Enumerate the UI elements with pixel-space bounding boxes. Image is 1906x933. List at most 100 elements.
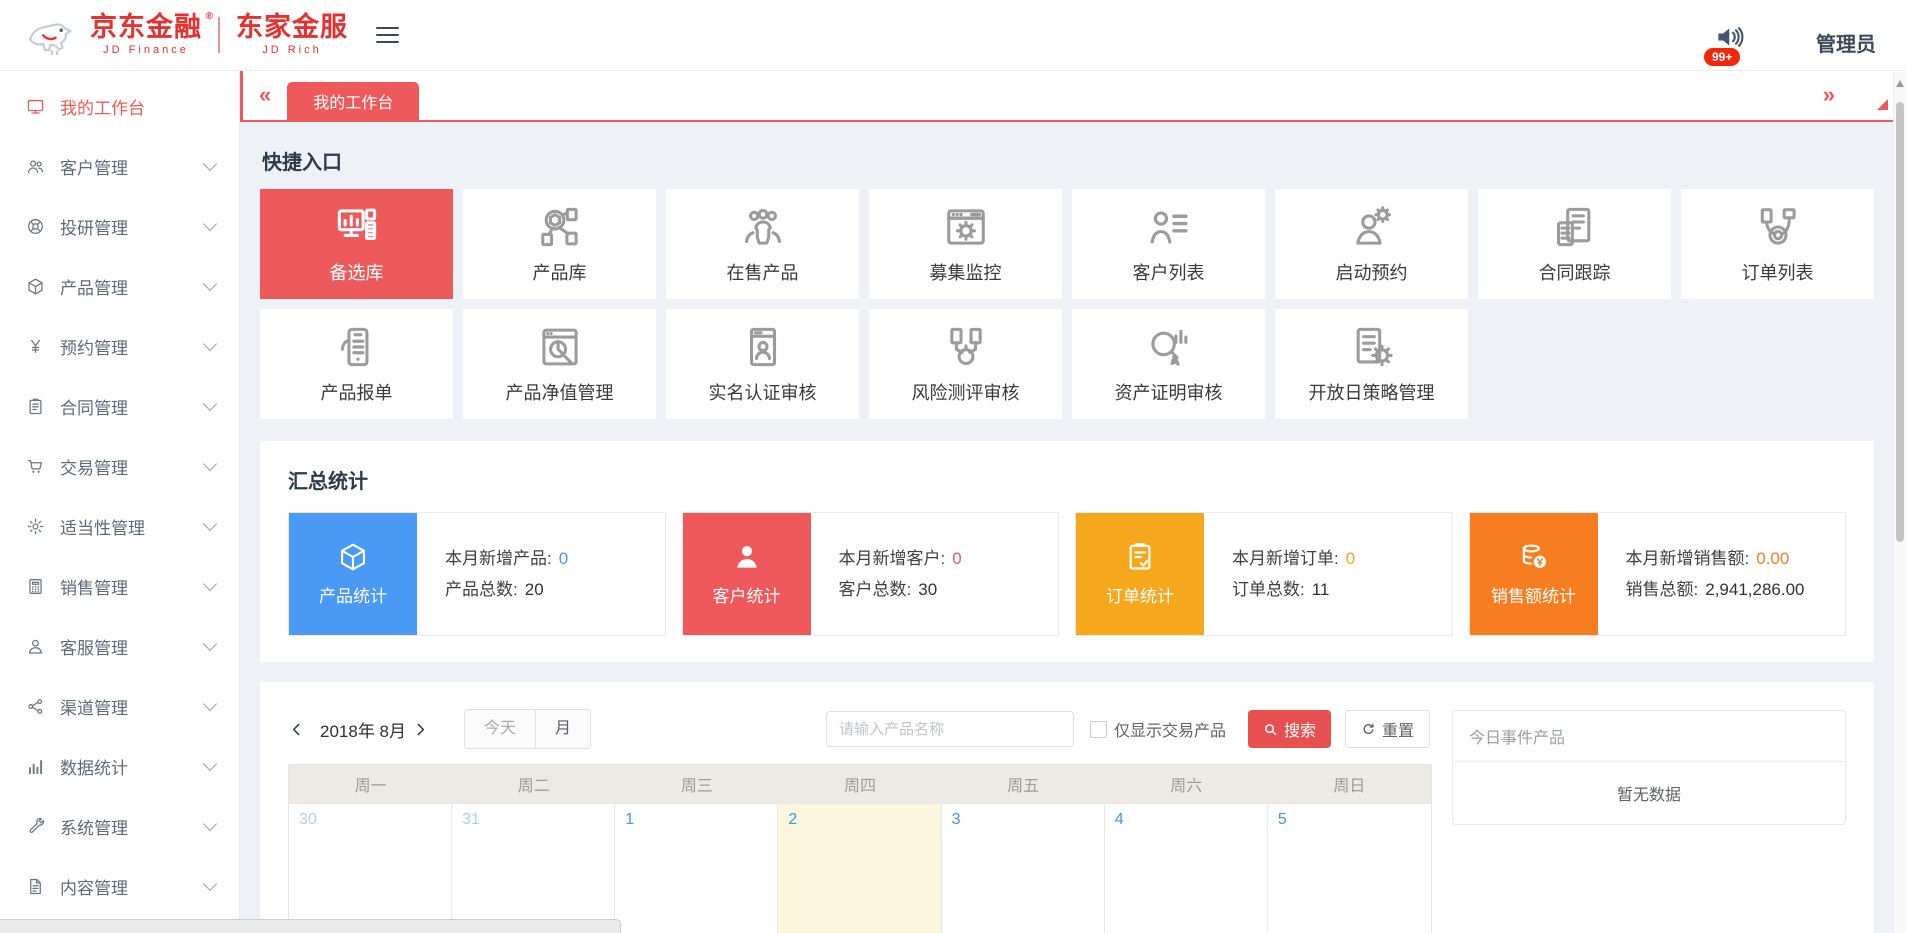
menu-toggle-icon[interactable] [370, 16, 405, 54]
quick-card-12[interactable]: 风险测评审核 [869, 309, 1062, 419]
calendar-day-3[interactable]: 3 [942, 803, 1105, 933]
sidebar-item-8[interactable]: 适当性管理 [0, 496, 239, 556]
calendar-day-30[interactable]: 30 [289, 803, 452, 933]
stat-line1-value: 0 [952, 549, 961, 568]
quick-card-10[interactable]: 产品净值管理 [463, 309, 656, 419]
today-button[interactable]: 今天 [465, 710, 536, 748]
quick-card-3[interactable]: 在售产品 [666, 189, 859, 299]
calendar-grid: 周一周二周三周四周五周六周日 3031123456789101112 [288, 764, 1432, 933]
logo-secondary-sub: JD Rich [262, 45, 322, 56]
calendar-day-5[interactable]: 5 [1268, 803, 1431, 933]
stat-line2-value: 11 [1312, 580, 1330, 599]
quick-card-8[interactable]: 订单列表 [1681, 189, 1874, 299]
notification-speaker-icon[interactable]: 99+ [1712, 22, 1746, 57]
search-icon [1263, 722, 1278, 737]
sidebar-item-9[interactable]: 销售管理 [0, 556, 239, 616]
stat-card-4: 销售额统计本月新增销售额:0.00销售总额:2,941,286.00 [1469, 512, 1847, 636]
quick-card-label: 风险测评审核 [912, 379, 1020, 405]
stat-line1-label: 本月新增销售额: [1626, 549, 1750, 568]
checkbox-box[interactable] [1090, 721, 1107, 738]
stat-card-label: 客户统计 [713, 582, 781, 607]
scrollbar-thumb[interactable] [1896, 102, 1904, 542]
stat-card-values: 本月新增产品:0产品总数:20 [417, 513, 568, 635]
person-icon [26, 637, 45, 656]
calendar-day-1[interactable]: 1 [615, 803, 778, 933]
stat-card-label: 订单统计 [1106, 582, 1174, 607]
sidebar-item-14[interactable]: 内容管理 [0, 856, 239, 916]
sidebar-item-13[interactable]: 系统管理 [0, 796, 239, 856]
stat-line2-label: 销售总额: [1626, 580, 1699, 599]
tab-scroll-left[interactable]: « [243, 84, 287, 106]
stat-line1-value: 0 [559, 549, 568, 568]
monitor-icon [26, 97, 45, 116]
sidebar-item-label: 产品管理 [60, 274, 205, 299]
quick-card-label: 客户列表 [1133, 259, 1205, 285]
id-doc-icon [740, 324, 786, 370]
chevron-down-icon [203, 817, 217, 831]
quick-card-4[interactable]: 募集监控 [869, 189, 1062, 299]
sidebar-item-11[interactable]: 渠道管理 [0, 676, 239, 736]
sidebar-item-1[interactable]: 我的工作台 [0, 76, 239, 136]
stat-line2-value: 20 [525, 580, 544, 599]
chevron-down-icon [203, 397, 217, 411]
tab-scroll-right[interactable]: » [1807, 84, 1851, 106]
sidebar-item-4[interactable]: 产品管理 [0, 256, 239, 316]
calendar-day-4[interactable]: 4 [1105, 803, 1268, 933]
search-button[interactable]: 搜索 [1248, 710, 1331, 748]
user-menu[interactable]: 管理员 [1816, 28, 1876, 57]
chevron-down-icon [203, 217, 217, 231]
weekday-header: 周二 [452, 765, 615, 803]
calendar-next-month-icon[interactable] [412, 716, 438, 742]
quick-card-9[interactable]: 产品报单 [260, 309, 453, 419]
cart-icon [26, 457, 45, 476]
vertical-scrollbar[interactable] [1893, 72, 1906, 933]
sidebar-item-7[interactable]: 交易管理 [0, 436, 239, 496]
quick-card-1[interactable]: 备选库 [260, 189, 453, 299]
quick-card-6[interactable]: 启动预约 [1275, 189, 1468, 299]
sidebar-nav: 我的工作台客户管理投研管理产品管理预约管理合同管理交易管理适当性管理销售管理客服… [0, 70, 240, 933]
quick-card-5[interactable]: 客户列表 [1072, 189, 1265, 299]
quick-card-11[interactable]: 实名认证审核 [666, 309, 859, 419]
doc-gear-icon [1349, 324, 1395, 370]
refresh-icon [1361, 722, 1376, 737]
trade-products-only-checkbox[interactable]: 仅显示交易产品 [1090, 717, 1226, 741]
sidebar-item-label: 数据统计 [60, 754, 205, 779]
quick-card-label: 募集监控 [930, 259, 1002, 285]
tab-my-workbench[interactable]: 我的工作台 [287, 82, 419, 120]
reset-button[interactable]: 重置 [1345, 710, 1430, 748]
calendar-day-31[interactable]: 31 [452, 803, 615, 933]
quick-card-2[interactable]: 产品库 [463, 189, 656, 299]
sidebar-item-3[interactable]: 投研管理 [0, 196, 239, 256]
stat-card-label: 产品统计 [319, 582, 387, 607]
browser-gear-icon [943, 204, 989, 250]
stat-card-color-block: 客户统计 [683, 513, 811, 635]
calendar-view-switch: 今天 月 [464, 709, 591, 749]
sidebar-item-5[interactable]: 预约管理 [0, 316, 239, 376]
day-number: 31 [452, 804, 480, 829]
sidebar-item-6[interactable]: 合同管理 [0, 376, 239, 436]
stat-card-color-block: 订单统计 [1076, 513, 1204, 635]
users-group-icon [740, 204, 786, 250]
weekday-header: 周五 [942, 765, 1105, 803]
scrollbar-up-arrow-icon[interactable] [1896, 80, 1904, 87]
quick-card-13[interactable]: 资产证明审核 [1072, 309, 1265, 419]
browser-pie-icon [537, 324, 583, 370]
today-events-empty: 暂无数据 [1453, 762, 1845, 824]
quick-card-label: 开放日策略管理 [1309, 379, 1435, 405]
quick-card-label: 实名认证审核 [709, 379, 817, 405]
sidebar-item-12[interactable]: 数据统计 [0, 736, 239, 796]
summary-panel: 汇总统计 产品统计本月新增产品:0产品总数:20客户统计本月新增客户:0客户总数… [260, 441, 1874, 662]
quick-card-label: 产品报单 [321, 379, 393, 405]
search-chart-icon [1146, 324, 1192, 370]
quick-card-label: 合同跟踪 [1539, 259, 1611, 285]
stat-user-icon [731, 541, 763, 573]
quick-card-7[interactable]: 合同跟踪 [1478, 189, 1671, 299]
chevron-down-icon [203, 337, 217, 351]
product-name-search-input[interactable] [826, 711, 1074, 747]
sidebar-item-2[interactable]: 客户管理 [0, 136, 239, 196]
calendar-day-2[interactable]: 2 [778, 803, 941, 933]
calendar-prev-month-icon[interactable] [288, 716, 314, 742]
month-view-button[interactable]: 月 [536, 710, 590, 748]
quick-card-14[interactable]: 开放日策略管理 [1275, 309, 1468, 419]
sidebar-item-10[interactable]: 客服管理 [0, 616, 239, 676]
